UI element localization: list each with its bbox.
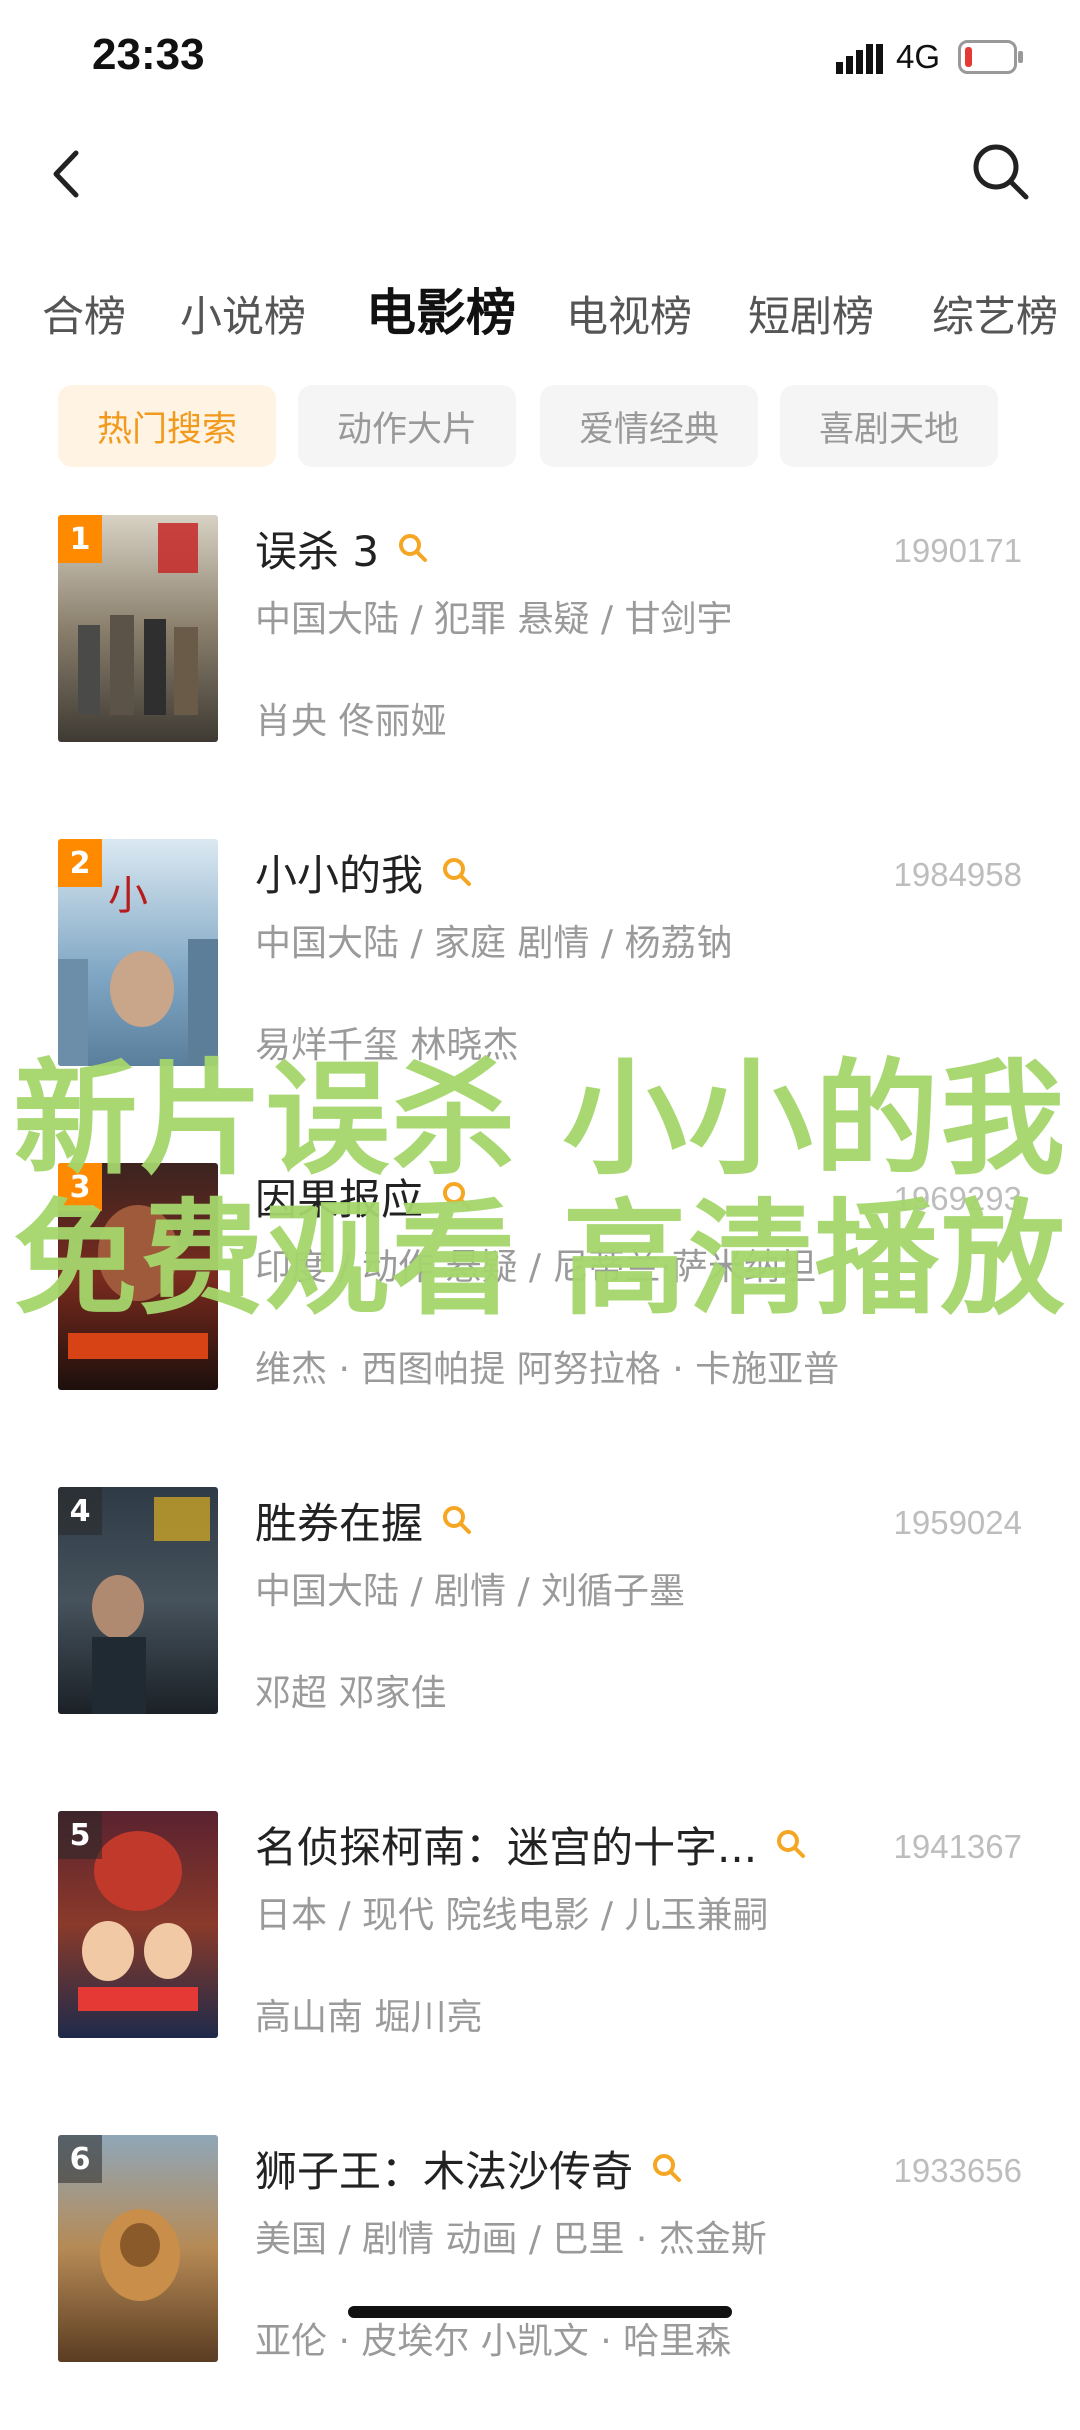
signal-icon (836, 44, 883, 74)
status-bar: 23:33 4G (0, 0, 1080, 115)
movie-title: 因果报应 (255, 1174, 424, 1224)
movie-title: 名侦探柯南：迷宫的十字... (255, 1822, 758, 1872)
title-row: 小小的我 (255, 844, 473, 900)
filter-comedy[interactable]: 喜剧天地 (780, 385, 998, 467)
status-time: 23:33 (92, 30, 205, 79)
movie-meta: 美国 / 剧情 动画 / 巴里 · 杰金斯 (255, 2219, 767, 2260)
ranking-tabs: 合榜 小说榜 电影榜 电视榜 短剧榜 综艺榜 (0, 265, 1080, 365)
search-icon[interactable] (397, 532, 429, 564)
search-icon[interactable] (441, 1180, 473, 1212)
movie-poster[interactable]: 3 (58, 1163, 218, 1390)
list-item[interactable]: 5 名侦探柯南：迷宫的十字... 1941367 日本 / 现代 院线电影 / … (0, 1806, 1080, 2106)
title-row: 狮子王：木法沙传奇 (255, 2140, 683, 2196)
title-row: 名侦探柯南：迷宫的十字... (255, 1816, 807, 1872)
search-icon[interactable] (775, 1828, 807, 1860)
hot-count: 1959024 (893, 1504, 1022, 1541)
movie-poster[interactable]: 小 2 (58, 839, 218, 1066)
movie-title: 胜券在握 (255, 1498, 424, 1548)
list-item[interactable]: 小 2 小小的我 1984958 中国大陆 / 家庭 剧情 / 杨荔钠 易烊千玺… (0, 834, 1080, 1134)
movie-cast: 易烊千玺 林晓杰 (255, 1025, 519, 1066)
movie-cast: 肖央 佟丽娅 (255, 701, 447, 742)
back-button[interactable] (40, 139, 100, 209)
movie-meta: 日本 / 现代 院线电影 / 儿玉兼嗣 (255, 1895, 769, 1936)
list-item[interactable]: 4 胜券在握 1959024 中国大陆 / 剧情 / 刘循子墨 邓超 邓家佳 (0, 1482, 1080, 1782)
hot-count: 1969293 (893, 1180, 1022, 1217)
title-row: 胜券在握 (255, 1492, 473, 1548)
tab-variety[interactable]: 综艺榜 (932, 283, 1058, 344)
tab-movie[interactable]: 电影榜 (366, 273, 516, 345)
rank-badge: 4 (58, 1487, 102, 1535)
hot-count: 1990171 (893, 532, 1022, 569)
tab-tv[interactable]: 电视榜 (566, 283, 692, 344)
home-indicator[interactable] (348, 2306, 732, 2318)
search-button[interactable] (966, 137, 1036, 207)
list-item[interactable]: 3 因果报应 1969293 印度 / 动作 悬疑 / 尼蒂兰·萨米纳坦 维杰 … (0, 1158, 1080, 1458)
title-row: 因果报应 (255, 1168, 473, 1224)
movie-cast: 维杰 · 西图帕提 阿努拉格 · 卡施亚普 (255, 1349, 840, 1390)
search-icon[interactable] (441, 856, 473, 888)
hot-count: 1984958 (893, 856, 1022, 893)
svg-text:小: 小 (108, 873, 148, 919)
title-row: 误杀 3 (255, 520, 429, 576)
movie-meta: 中国大陆 / 剧情 / 刘循子墨 (255, 1571, 686, 1612)
battery-icon (958, 40, 1023, 74)
hot-count: 1941367 (893, 1828, 1022, 1865)
search-icon[interactable] (651, 2152, 683, 2184)
movie-poster[interactable]: 6 (58, 2135, 218, 2362)
movie-title: 小小的我 (255, 850, 424, 900)
tab-short-drama[interactable]: 短剧榜 (748, 283, 874, 344)
movie-cast: 亚伦 · 皮埃尔 小凯文 · 哈里森 (255, 2321, 732, 2362)
movie-title: 狮子王：木法沙传奇 (255, 2146, 634, 2196)
movie-poster[interactable]: 5 (58, 1811, 218, 2038)
movie-cast: 高山南 堀川亮 (255, 1997, 483, 2038)
list-item[interactable]: 1 误杀 3 1990171 中国大陆 / 犯罪 悬疑 / 甘剑宇 肖央 佟丽娅 (0, 510, 1080, 810)
filter-chips: 热门搜索 动作大片 爱情经典 喜剧天地 (0, 385, 1080, 475)
rank-badge: 5 (58, 1811, 102, 1859)
movie-poster[interactable]: 4 (58, 1487, 218, 1714)
rank-badge: 1 (58, 515, 102, 563)
search-icon[interactable] (441, 1504, 473, 1536)
tab-novel[interactable]: 小说榜 (180, 283, 306, 344)
movie-meta: 中国大陆 / 犯罪 悬疑 / 甘剑宇 (255, 599, 733, 640)
list-item[interactable]: 6 狮子王：木法沙传奇 1933656 美国 / 剧情 动画 / 巴里 · 杰金… (0, 2130, 1080, 2430)
movie-meta: 印度 / 动作 悬疑 / 尼蒂兰·萨米纳坦 (255, 1247, 816, 1288)
filter-action[interactable]: 动作大片 (298, 385, 516, 467)
network-label: 4G (896, 38, 941, 75)
movie-title: 误杀 3 (255, 526, 380, 576)
filter-romance[interactable]: 爱情经典 (540, 385, 758, 467)
movie-cast: 邓超 邓家佳 (255, 1673, 447, 1714)
rank-badge: 2 (58, 839, 102, 887)
nav-bar (0, 115, 1080, 225)
tab-overall[interactable]: 合榜 (42, 283, 126, 344)
movie-meta: 中国大陆 / 家庭 剧情 / 杨荔钠 (255, 923, 733, 964)
movie-poster[interactable]: 1 (58, 515, 218, 742)
filter-hot-search[interactable]: 热门搜索 (58, 385, 276, 467)
hot-count: 1933656 (893, 2152, 1022, 2189)
rank-badge: 3 (58, 1163, 102, 1211)
rank-badge: 6 (58, 2135, 102, 2183)
